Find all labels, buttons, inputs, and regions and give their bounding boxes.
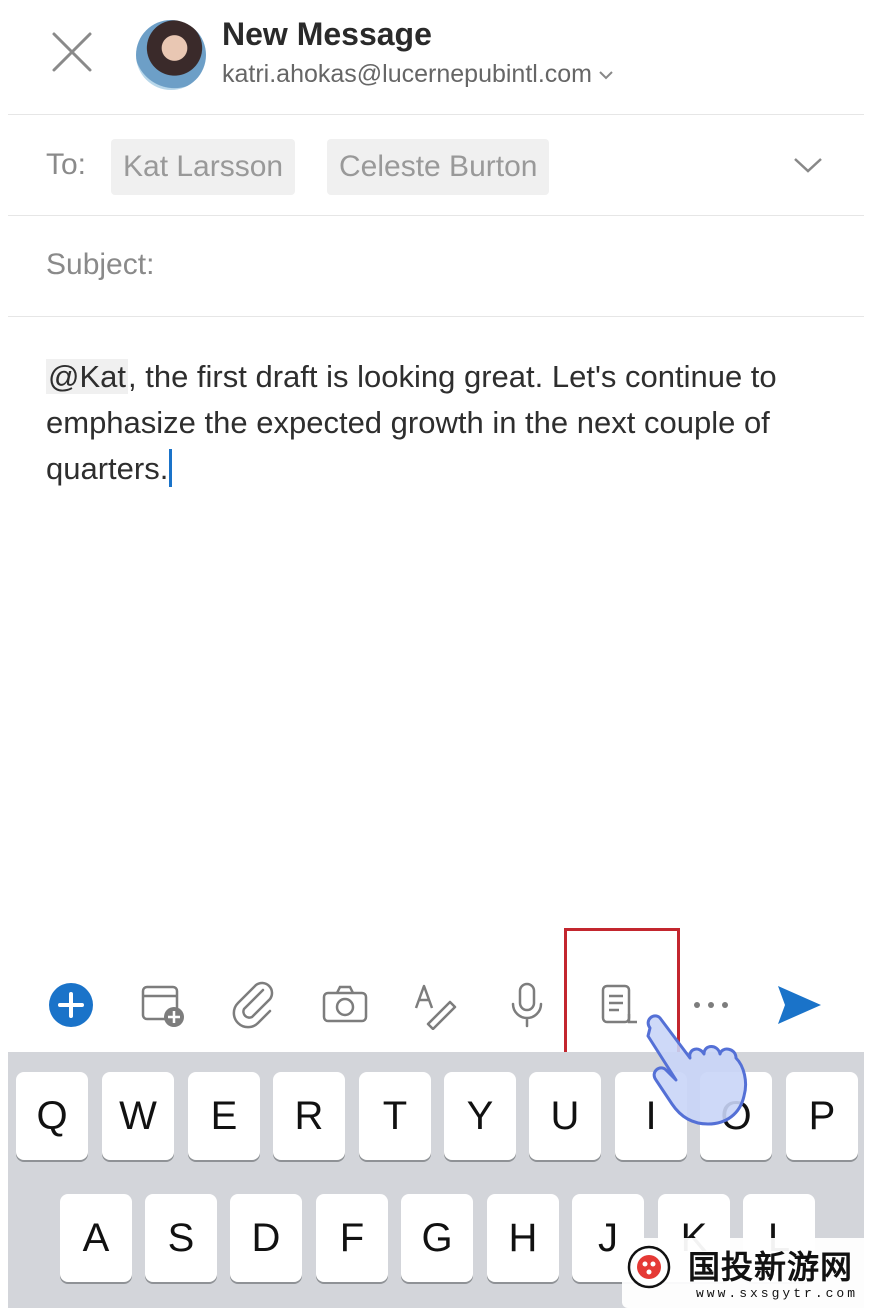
key-f[interactable]: F xyxy=(316,1194,388,1282)
message-body[interactable]: @Kat, the first draft is looking great. … xyxy=(46,354,836,492)
recipient-chip[interactable]: Celeste Burton xyxy=(327,139,550,195)
format-icon xyxy=(414,984,457,1030)
to-field[interactable]: To: Kat Larsson Celeste Burton xyxy=(8,115,864,216)
dictation-button[interactable] xyxy=(502,980,552,1030)
send-button[interactable] xyxy=(774,980,824,1030)
calendar-add-icon xyxy=(141,985,184,1027)
recipient-chip[interactable]: Kat Larsson xyxy=(111,139,296,195)
calendar-add-button[interactable] xyxy=(138,980,188,1030)
key-a[interactable]: A xyxy=(60,1194,132,1282)
chevron-down-icon xyxy=(599,70,613,79)
format-button[interactable] xyxy=(410,980,460,1030)
close-button[interactable] xyxy=(50,30,94,74)
subject-row: Subject: xyxy=(8,216,864,317)
highlight-box xyxy=(564,928,680,1056)
camera-button[interactable] xyxy=(320,980,370,1030)
more-icon xyxy=(694,1002,728,1008)
account-selector[interactable]: katri.ahokas@lucernepubintl.com xyxy=(222,60,614,89)
page-title: New Message xyxy=(222,16,432,52)
close-icon xyxy=(52,32,92,72)
avatar[interactable] xyxy=(136,20,206,90)
chevron-down-icon xyxy=(794,158,822,173)
key-w[interactable]: W xyxy=(102,1072,174,1160)
more-button[interactable] xyxy=(686,980,736,1030)
text-cursor xyxy=(169,449,173,487)
compose-header: New Message katri.ahokas@lucernepubintl.… xyxy=(8,0,864,115)
to-label: To: xyxy=(46,148,87,181)
attach-icon xyxy=(232,981,274,1029)
key-i[interactable]: I xyxy=(615,1072,687,1160)
compose-toolbar xyxy=(8,960,864,1046)
key-h[interactable]: H xyxy=(487,1194,559,1282)
send-icon xyxy=(778,986,821,1024)
subject-label: Subject: xyxy=(46,248,155,281)
key-p[interactable]: P xyxy=(786,1072,858,1160)
add-button[interactable] xyxy=(46,980,96,1030)
compose-screen: New Message katri.ahokas@lucernepubintl.… xyxy=(8,0,864,1308)
key-t[interactable]: T xyxy=(359,1072,431,1160)
key-s[interactable]: S xyxy=(145,1194,217,1282)
attach-button[interactable] xyxy=(230,980,280,1030)
add-icon xyxy=(49,983,93,1027)
microphone-icon xyxy=(511,982,543,1028)
camera-icon xyxy=(322,985,368,1023)
key-g[interactable]: G xyxy=(401,1194,473,1282)
key-o[interactable]: O xyxy=(700,1072,772,1160)
watermark-url: www.sxsgytr.com xyxy=(696,1286,859,1301)
key-y[interactable]: Y xyxy=(444,1072,516,1160)
watermark-logo-icon xyxy=(627,1245,671,1289)
key-q[interactable]: Q xyxy=(16,1072,88,1160)
account-email: katri.ahokas@lucernepubintl.com xyxy=(222,60,593,88)
key-d[interactable]: D xyxy=(230,1194,302,1282)
key-u[interactable]: U xyxy=(529,1072,601,1160)
body-text: , the first draft is looking great. Let'… xyxy=(46,359,777,486)
key-r[interactable]: R xyxy=(273,1072,345,1160)
subject-input[interactable] xyxy=(184,240,828,292)
key-e[interactable]: E xyxy=(188,1072,260,1160)
watermark-name: 国投新游网 xyxy=(688,1249,854,1285)
mention-tag[interactable]: @Kat xyxy=(46,359,128,394)
watermark: 国投新游网 www.sxsgytr.com xyxy=(622,1238,874,1308)
expand-recipients-button[interactable] xyxy=(792,153,824,177)
